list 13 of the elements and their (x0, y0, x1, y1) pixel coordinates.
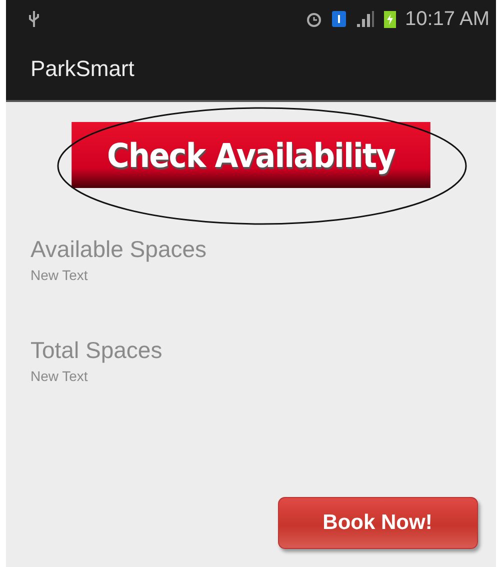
check-availability-button[interactable]: Check Availability (71, 122, 430, 188)
field-label: Total Spaces (30, 337, 164, 364)
book-now-button[interactable]: Book Now! (278, 497, 478, 549)
field-value: New Text (30, 267, 89, 283)
app-title: ParkSmart (30, 56, 134, 82)
notification-icon (330, 10, 347, 28)
battery-icon (382, 9, 397, 29)
signal-icon (354, 10, 375, 28)
alarm-clock-icon (304, 10, 323, 28)
field-value: New Text (30, 368, 89, 384)
field-label: Available Spaces (30, 236, 208, 263)
usb-icon (28, 10, 40, 28)
clock-time: 10:17 AM (404, 8, 490, 30)
